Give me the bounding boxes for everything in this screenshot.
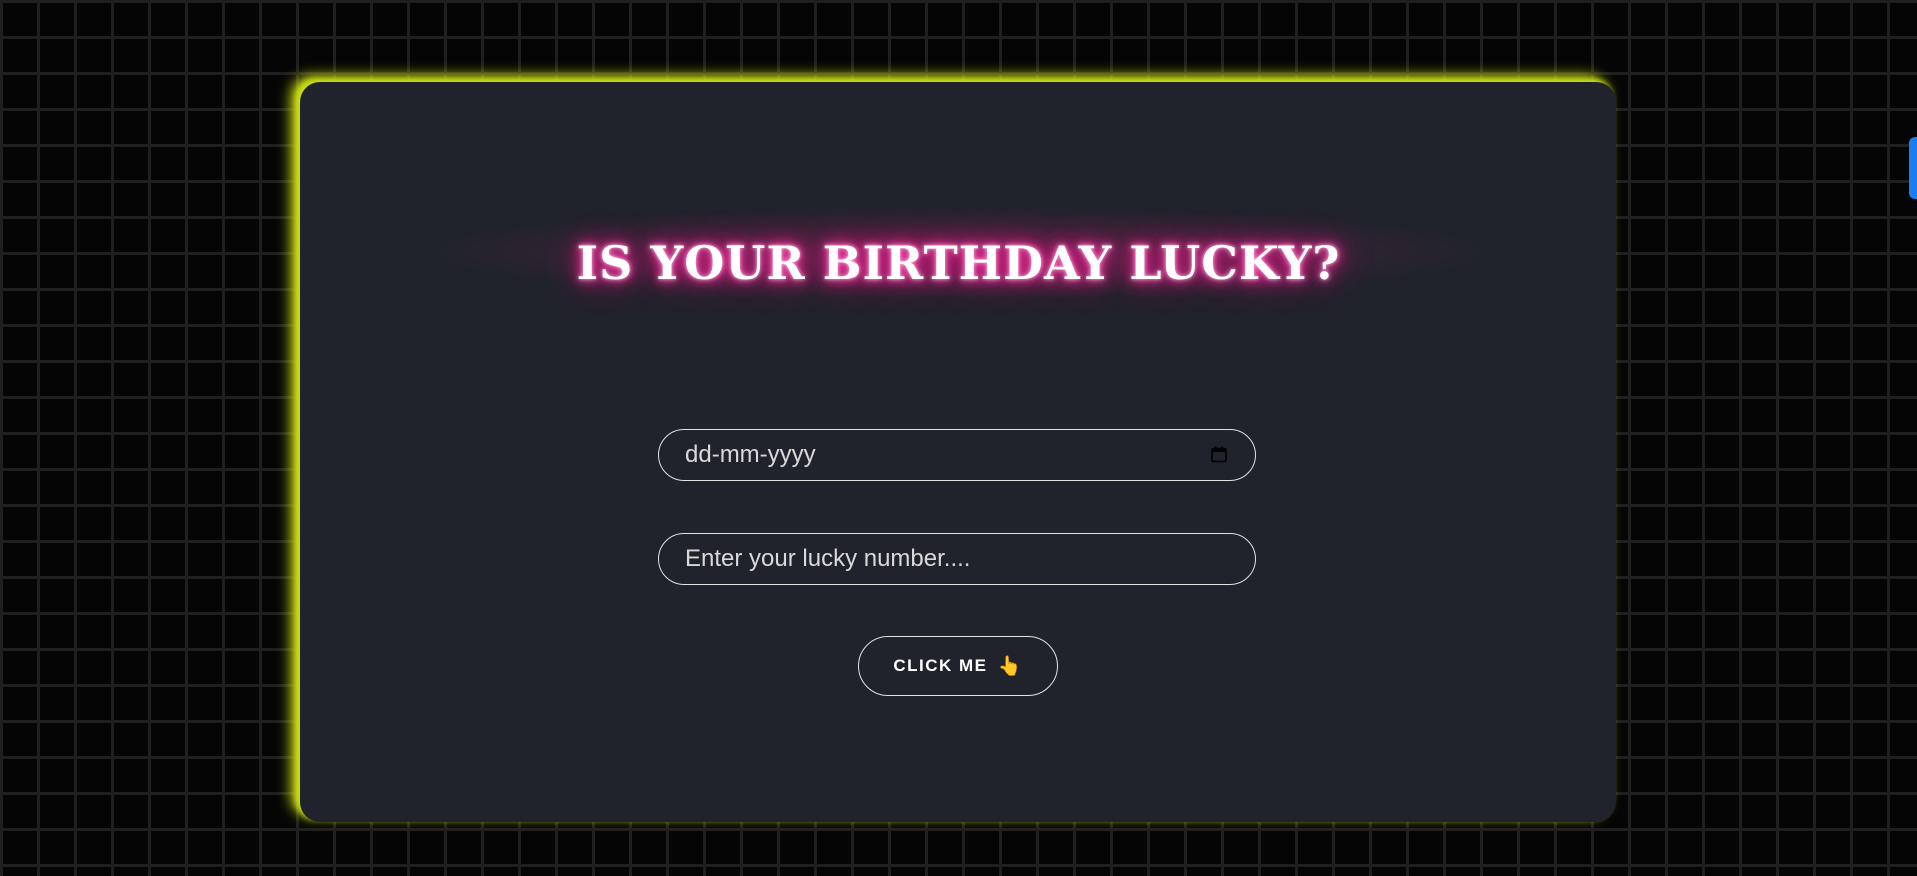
click-me-button[interactable]: CLICK ME 👆 (858, 636, 1058, 696)
birthday-date-input[interactable] (685, 441, 1255, 469)
side-tab[interactable] (1909, 137, 1917, 199)
calendar-icon[interactable] (1211, 446, 1227, 463)
page-title: IS YOUR BIRTHDAY LUCKY? (576, 236, 1341, 290)
birthday-date-field[interactable] (658, 429, 1256, 481)
pointing-hand-icon: 👆 (997, 655, 1023, 677)
lucky-number-input[interactable] (685, 545, 1255, 573)
lucky-number-field[interactable] (658, 533, 1256, 585)
click-me-label: CLICK ME (893, 656, 988, 675)
